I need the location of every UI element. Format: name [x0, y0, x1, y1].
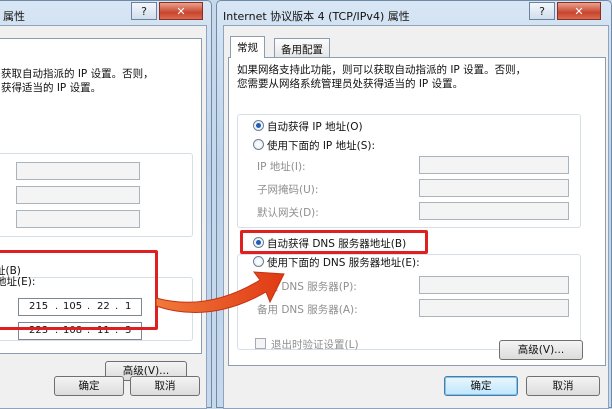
preferred-dns-field [419, 276, 569, 294]
close-icon: ✕ [176, 5, 186, 18]
radio-selected-dot [256, 123, 261, 128]
right-close-button[interactable]: ✕ [557, 2, 601, 20]
left-alternate-octet-4: 3 [125, 325, 132, 336]
left-preferred-dns-field[interactable]: 215 . 105 . 22 . 1 [18, 298, 142, 316]
left-alternate-octet-2: 108 [63, 325, 83, 336]
left-help-button[interactable]: ? [131, 2, 157, 20]
left-window-title: 属性 [3, 10, 25, 23]
ip-address-label: IP 地址(I): [257, 161, 306, 173]
left-dialog-body: 获取自动指派的 IP 设置。否则， 获得适当的 IP 设置。 址(B) 地址(E… [0, 25, 207, 409]
subnet-mask-field [419, 179, 569, 197]
dns-manual-radio-label[interactable]: 使用下面的 DNS 服务器地址(E): [267, 255, 420, 270]
left-dialog-window: 属性 ? ✕ 获取自动指派的 IP 设置。否则， 获得适当的 IP 设置。 址(… [0, 0, 212, 409]
cancel-button[interactable]: 取消 [526, 376, 600, 396]
right-title-bar: Internet 协议版本 4 (TCP/IPv4) 属性 ? ✕ [217, 1, 611, 27]
ip-manual-radio[interactable] [253, 139, 264, 150]
ip-address-field [419, 156, 569, 174]
alternate-dns-field [419, 299, 569, 317]
left-preferred-octet-2: 105 [63, 301, 83, 312]
left-alternate-dns-field[interactable]: 223 . 108 . 11 . 3 [18, 322, 142, 340]
radio-selected-dot [256, 240, 261, 245]
left-ip-field [16, 162, 140, 180]
left-description: 获取自动指派的 IP 设置。否则， 获得适当的 IP 设置。 [1, 68, 154, 94]
left-dns-manual-label: 地址(E): [0, 276, 36, 288]
subnet-mask-label: 子网掩码(U): [257, 184, 319, 196]
tab-general[interactable]: 常规 [230, 36, 265, 58]
right-description: 如果网络支持此功能，则可以获取自动指派的 IP 设置。否则， 您需要从网络系统管… [237, 64, 527, 90]
left-subnet-field [16, 186, 140, 204]
left-title-bar: 属性 ? ✕ [0, 1, 211, 27]
dns-auto-radio-label[interactable]: 自动获得 DNS 服务器地址(B) [267, 236, 406, 251]
advanced-button[interactable]: 高级(V)... [499, 340, 583, 360]
right-dialog-body: 常规 备用配置 如果网络支持此功能，则可以获取自动指派的 IP 设置。否则， 您… [223, 25, 609, 409]
arrow-annotation [148, 250, 288, 320]
left-ip-group [0, 153, 193, 237]
left-alternate-octet-3: 11 [97, 325, 110, 336]
validate-on-exit-label[interactable]: 退出时验证设置(L) [271, 337, 359, 352]
left-alternate-octet-1: 223 [29, 325, 49, 336]
ok-button[interactable]: 确定 [444, 376, 518, 396]
right-dialog-window: Internet 协议版本 4 (TCP/IPv4) 属性 ? ✕ 常规 备用配… [216, 0, 612, 409]
left-preferred-octet-4: 1 [125, 301, 132, 312]
right-window-title: Internet 协议版本 4 (TCP/IPv4) 属性 [223, 10, 410, 23]
left-ok-button[interactable]: 确定 [54, 376, 124, 396]
tab-alternate-configuration[interactable]: 备用配置 [274, 38, 330, 58]
validate-on-exit-checkbox[interactable] [255, 338, 266, 349]
ip-manual-radio-label[interactable]: 使用下面的 IP 地址(S): [267, 138, 375, 153]
close-icon: ✕ [574, 5, 584, 18]
left-preferred-octet-3: 22 [97, 301, 110, 312]
ip-auto-radio[interactable] [253, 120, 264, 131]
dns-auto-radio[interactable] [253, 237, 264, 248]
default-gateway-label: 默认网关(D): [257, 207, 319, 219]
curved-arrow-icon [155, 271, 285, 313]
ip-auto-radio-label[interactable]: 自动获得 IP 地址(O) [267, 119, 363, 134]
right-help-button[interactable]: ? [529, 2, 555, 20]
default-gateway-field [419, 202, 569, 220]
left-cancel-button[interactable]: 取消 [130, 376, 200, 396]
left-gateway-field [16, 210, 140, 228]
left-preferred-octet-1: 215 [29, 301, 49, 312]
left-close-button[interactable]: ✕ [159, 2, 203, 20]
